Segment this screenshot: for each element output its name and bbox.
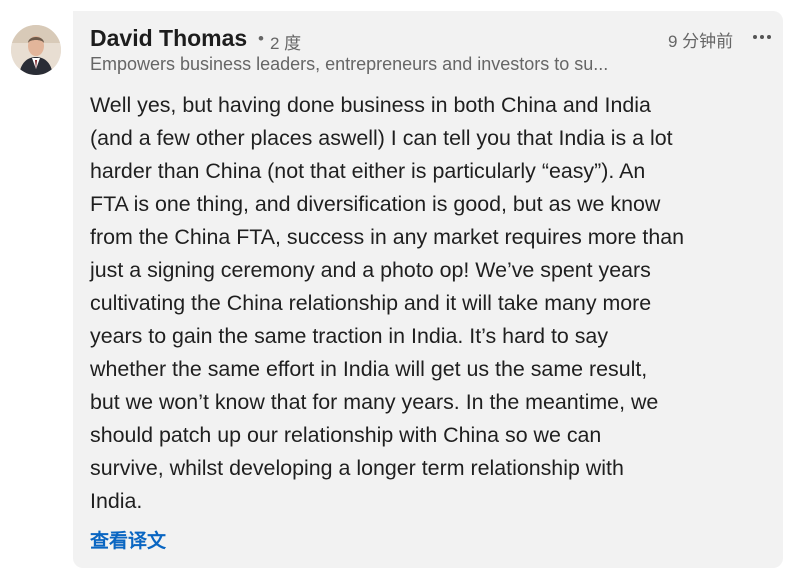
author-name[interactable]: David Thomas	[90, 25, 247, 52]
comment-line: India.	[90, 489, 143, 513]
see-translation-link[interactable]: 查看译文	[90, 526, 166, 553]
comment-line: years to gain the same traction in India…	[90, 324, 609, 348]
comment-line: cultivating the China relationship and i…	[90, 291, 652, 315]
comment-line: FTA is one thing, and diversification is…	[90, 192, 661, 216]
comment-line: (and a few other places aswell) I can te…	[90, 126, 673, 150]
comment-body: Well yes, but having done business in bo…	[90, 89, 770, 518]
avatar-photo-icon	[11, 25, 61, 75]
separator-dot: •	[258, 29, 264, 48]
more-options-icon[interactable]	[749, 24, 775, 50]
comment-line: should patch up our relationship with Ch…	[90, 423, 602, 447]
comment-line: just a signing ceremony and a photo op! …	[90, 258, 651, 282]
comment-line: from the China FTA, success in any marke…	[90, 225, 685, 249]
comment-line: but we won’t know that for many years. I…	[90, 390, 659, 414]
comment-time: 9 分钟前	[668, 32, 734, 51]
comment-line: harder than China (not that either is pa…	[90, 159, 646, 183]
connection-degree: 2 度	[270, 34, 302, 53]
author-headline: Empowers business leaders, entrepreneurs…	[90, 54, 609, 74]
comment-line: survive, whilst developing a longer term…	[90, 456, 624, 480]
comment-line: Well yes, but having done business in bo…	[90, 93, 651, 117]
author-avatar[interactable]	[11, 25, 61, 75]
comment-line: whether the same effort in India will ge…	[90, 357, 648, 381]
